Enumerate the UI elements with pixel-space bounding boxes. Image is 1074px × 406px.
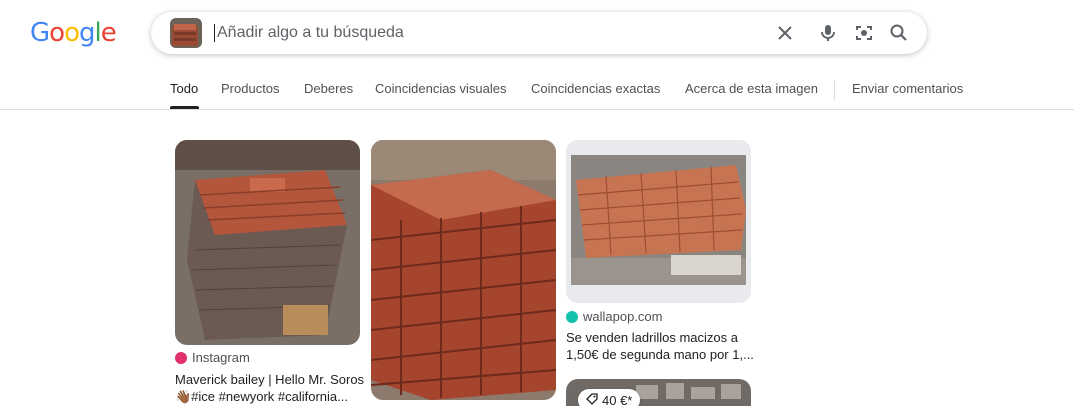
title-line: Maverick bailey | Hello Mr. Soros xyxy=(175,372,365,387)
result-image[interactable] xyxy=(371,140,556,400)
tab-bar: Todo Productos Deberes Coincidencias vis… xyxy=(0,74,1074,110)
price-badge: 40 €* xyxy=(578,389,641,406)
tab-acerca-de-esta-imagen[interactable]: Acerca de esta imagen xyxy=(685,81,818,96)
active-tab-indicator xyxy=(170,106,199,109)
query-image-thumbnail[interactable] xyxy=(170,18,202,48)
result-title[interactable]: Maverick bailey | Hello Mr. Soros 👋🏾#ice… xyxy=(175,371,365,405)
result-title[interactable]: Se venden ladrillos macizos a 1,50€ de s… xyxy=(566,329,756,363)
search-icon[interactable] xyxy=(889,23,909,43)
google-logo[interactable]: Google xyxy=(30,18,117,48)
text-caret xyxy=(214,24,215,42)
instagram-icon xyxy=(175,351,187,364)
microphone-icon[interactable] xyxy=(818,23,838,43)
title-line: Se venden ladrillos macizos a xyxy=(566,330,738,345)
result-image[interactable] xyxy=(566,140,751,303)
title-line: 👋🏾#ice #newyork #california... xyxy=(175,389,348,404)
search-input[interactable] xyxy=(217,21,737,45)
logo-letter: o xyxy=(49,18,65,48)
tab-coincidencias-visuales[interactable]: Coincidencias visuales xyxy=(375,81,507,96)
title-line: 1,50€ de segunda mano por 1,... xyxy=(566,347,754,362)
tab-coincidencias-exactas[interactable]: Coincidencias exactas xyxy=(531,81,660,96)
source-name: wallapop.com xyxy=(583,309,663,324)
logo-letter: o xyxy=(64,18,80,48)
source-name: Instagram xyxy=(192,350,250,365)
price-text: 40 €* xyxy=(602,392,633,406)
wallapop-icon xyxy=(566,310,578,323)
close-icon[interactable] xyxy=(775,23,795,43)
result-source[interactable]: wallapop.com xyxy=(566,309,663,324)
search-bar[interactable] xyxy=(151,12,927,54)
result-source[interactable]: Instagram xyxy=(175,350,250,365)
tab-todo[interactable]: Todo xyxy=(170,81,198,96)
result-image[interactable] xyxy=(175,140,360,345)
camera-lens-icon[interactable] xyxy=(854,23,874,43)
logo-letter: G xyxy=(30,18,50,48)
logo-letter: g xyxy=(79,18,95,48)
logo-letter: e xyxy=(100,18,117,48)
send-feedback-link[interactable]: Enviar comentarios xyxy=(852,81,963,96)
tab-deberes[interactable]: Deberes xyxy=(304,81,353,96)
tab-productos[interactable]: Productos xyxy=(221,81,280,96)
tab-divider xyxy=(834,80,835,100)
tag-icon xyxy=(586,392,598,406)
